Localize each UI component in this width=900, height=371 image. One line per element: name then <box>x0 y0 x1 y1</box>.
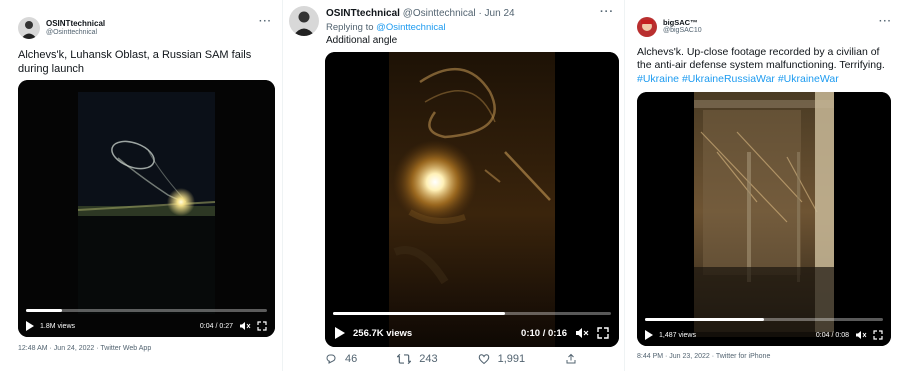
display-name[interactable]: bigSAC™ <box>663 18 702 28</box>
tweet-text-container: Alchevs'k. Up-close footage recorded by … <box>637 46 895 86</box>
reply-button[interactable]: 46 <box>325 353 357 365</box>
more-icon[interactable]: ··· <box>259 16 272 27</box>
retweet-icon <box>397 353 412 365</box>
user-handle[interactable]: @Osinttechnical <box>46 29 105 37</box>
tweet-timestamp[interactable]: 8:44 PM · Jun 23, 2022 · Twitter for iPh… <box>637 353 770 360</box>
user-handle[interactable]: @Osinttechnical <box>403 8 476 19</box>
like-button[interactable]: 1,991 <box>478 353 526 365</box>
like-icon <box>478 354 489 365</box>
video-controls: 1,487 views 0:04 / 0:08 <box>637 324 891 346</box>
more-icon[interactable]: ··· <box>879 16 892 27</box>
video-player[interactable]: 1,487 views 0:04 / 0:08 <box>637 92 891 346</box>
tweet-text: Additional angle <box>326 35 398 46</box>
replying-to: Replying to @Osinttechnical <box>326 22 445 33</box>
video-views: 1,487 views <box>659 331 696 339</box>
divider <box>624 0 625 371</box>
volume-icon[interactable] <box>855 330 867 340</box>
play-icon[interactable] <box>26 321 34 331</box>
tweet-text: Alchevs'k. Up-close footage recorded by … <box>637 46 885 72</box>
fullscreen-icon[interactable] <box>257 321 267 331</box>
avatar[interactable] <box>18 17 40 39</box>
user-handle[interactable]: @bigSAC10 <box>663 27 702 35</box>
video-progress-fill <box>645 318 764 321</box>
more-icon[interactable]: ··· <box>600 6 614 18</box>
play-icon[interactable] <box>645 330 653 340</box>
video-frame <box>637 92 891 346</box>
video-time: 0:04 / 0:27 <box>199 322 233 330</box>
share-icon <box>566 353 576 364</box>
video-controls: 256.7K views 0:10 / 0:16 <box>325 319 619 347</box>
tweet-card-osinttechnical-1[interactable]: OSINTtechnical @Osinttechnical ··· Alche… <box>8 0 280 371</box>
video-progress-bar[interactable] <box>645 318 883 321</box>
like-count: 1,991 <box>497 353 526 365</box>
tweet-header: OSINTtechnical @Osinttechnical · Jun 24 <box>326 8 515 19</box>
tweet-timestamp[interactable]: 12:48 AM · Jun 24, 2022 · Twitter Web Ap… <box>18 345 151 352</box>
volume-icon[interactable] <box>239 321 251 331</box>
video-progress-fill <box>26 309 63 312</box>
display-name[interactable]: OSINTtechnical <box>46 19 105 28</box>
video-views: 1.8M views <box>40 322 76 330</box>
video-controls: 1.8M views 0:04 / 0:27 <box>18 315 275 337</box>
video-player[interactable]: 1.8M views 0:04 / 0:27 <box>18 80 275 337</box>
video-player[interactable]: 256.7K views 0:10 / 0:16 <box>325 52 619 347</box>
replying-handle-link[interactable]: @Osinttechnical <box>376 22 445 33</box>
tweet-hashtags[interactable]: #Ukraine #UkraineRussiaWar #UkraineWar <box>637 73 839 85</box>
tweet-card-osinttechnical-2[interactable]: OSINTtechnical @Osinttechnical · Jun 24 … <box>284 0 622 371</box>
video-time: 0:04 / 0:08 <box>815 331 849 339</box>
retweet-button[interactable]: 243 <box>397 353 438 365</box>
tweet-date[interactable]: · Jun 24 <box>478 8 514 19</box>
video-progress-bar[interactable] <box>26 309 267 312</box>
retweet-count: 243 <box>419 353 438 365</box>
tweet-header: OSINTtechnical @Osinttechnical <box>18 17 105 39</box>
divider <box>282 0 283 371</box>
video-frame <box>325 52 619 347</box>
video-frame <box>18 80 275 337</box>
video-time: 0:10 / 0:16 <box>521 327 567 339</box>
reply-icon <box>326 354 336 364</box>
avatar[interactable] <box>637 17 657 37</box>
tweet-card-bigsac[interactable]: bigSAC™ @bigSAC10 ··· Alchevs'k. Up-clos… <box>626 0 900 371</box>
volume-icon[interactable] <box>575 327 589 339</box>
avatar[interactable] <box>289 6 319 36</box>
display-name[interactable]: OSINTtechnical <box>326 8 400 19</box>
share-button[interactable] <box>565 353 585 365</box>
fullscreen-icon[interactable] <box>597 327 609 339</box>
tweet-header: bigSAC™ @bigSAC10 <box>637 17 702 37</box>
fullscreen-icon[interactable] <box>873 330 883 340</box>
video-progress-bar[interactable] <box>333 312 611 315</box>
reply-count: 46 <box>345 353 358 365</box>
video-views: 256.7K views <box>353 327 413 339</box>
replying-prefix: Replying to <box>326 22 374 33</box>
tweet-actions: 46 243 1,991 <box>325 353 622 365</box>
play-icon[interactable] <box>335 327 345 339</box>
video-progress-fill <box>333 312 506 315</box>
tweet-text: Alchevs'k, Luhansk Oblast, a Russian SAM… <box>18 49 252 76</box>
